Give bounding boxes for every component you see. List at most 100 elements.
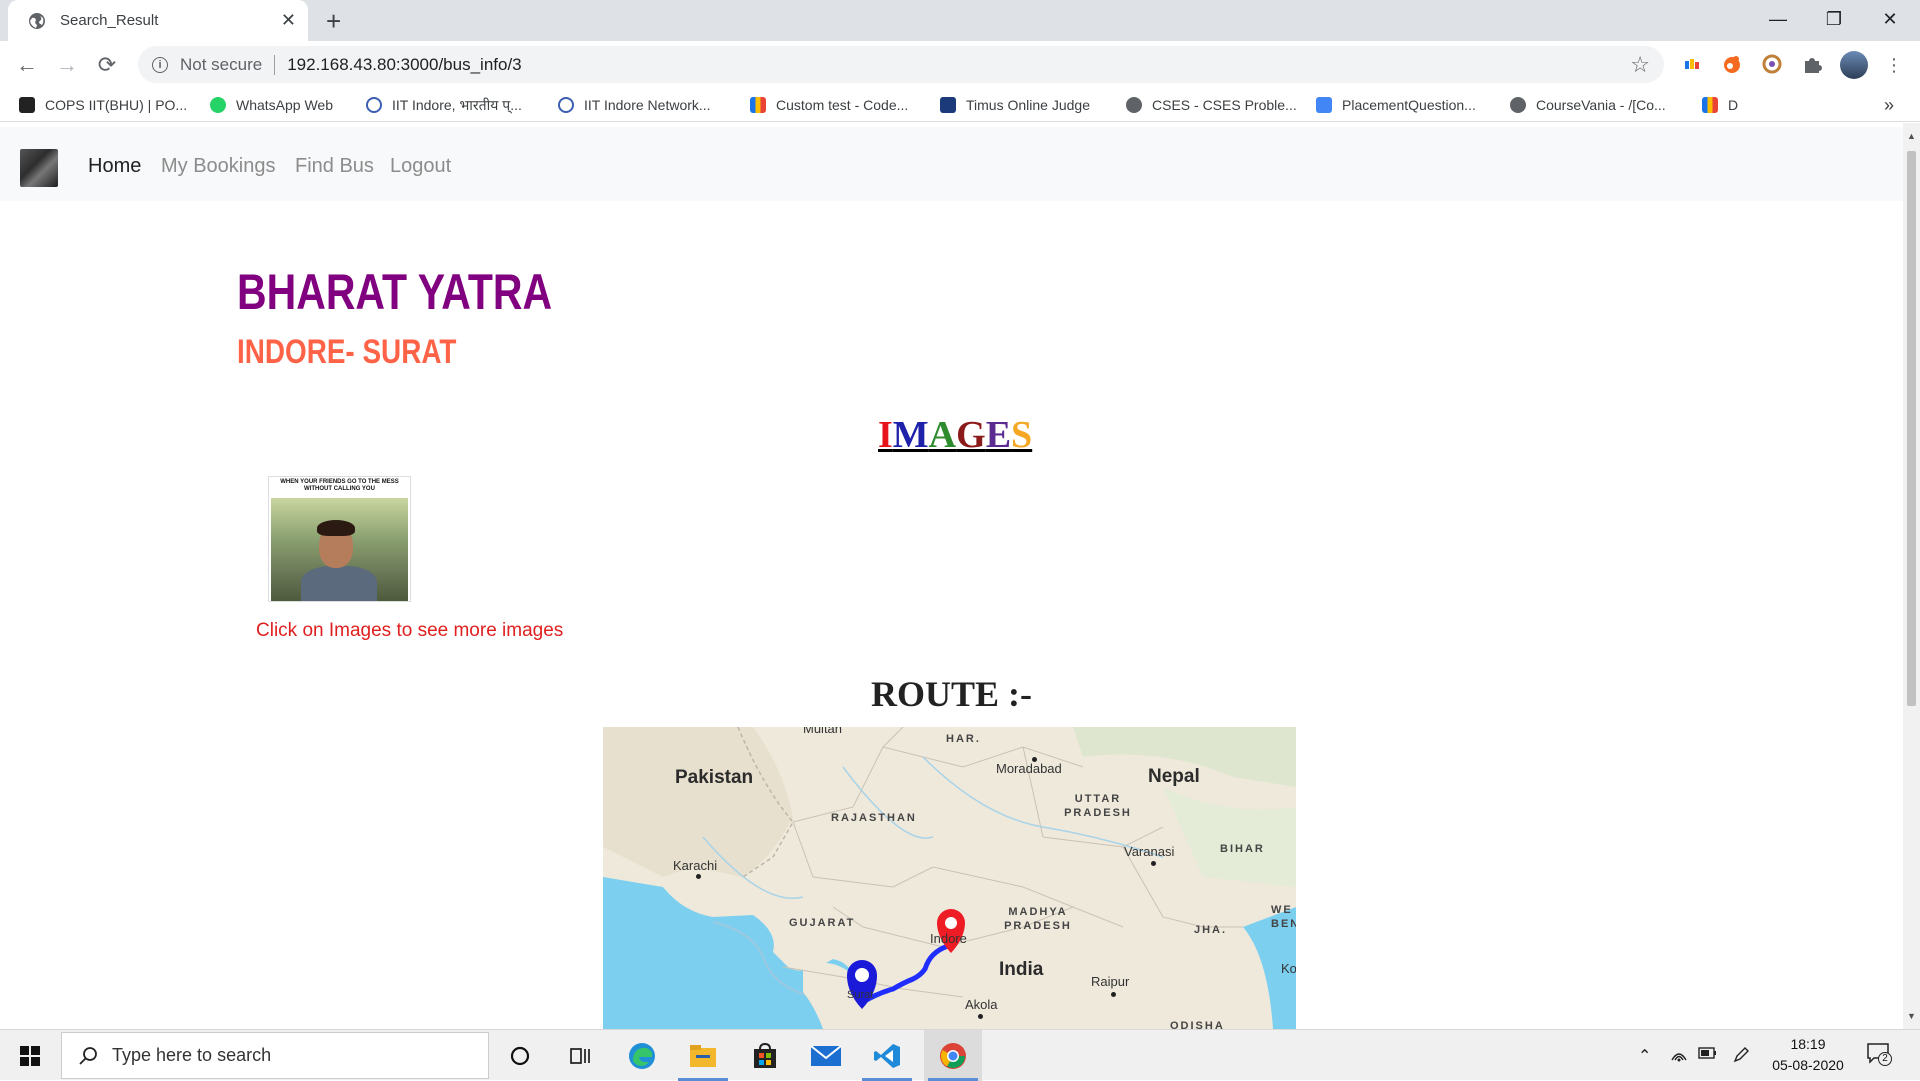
- images-letter: I: [878, 414, 893, 456]
- bookmark-item[interactable]: IIT Indore, भारतीय प्...: [366, 93, 522, 117]
- extension-flame-icon[interactable]: [1721, 53, 1743, 75]
- reload-button[interactable]: ⟳: [91, 49, 123, 81]
- bookmark-label: IIT Indore Network...: [584, 97, 711, 113]
- taskbar-chrome[interactable]: [924, 1030, 982, 1081]
- images-letter: G: [956, 414, 986, 456]
- brand-logo[interactable]: [20, 149, 58, 187]
- taskbar-clock[interactable]: 18:19 05-08-2020: [1760, 1034, 1856, 1076]
- map-city-label: Raipur: [1091, 974, 1130, 989]
- map-state-label: WE BEN: [1271, 904, 1296, 930]
- clock-time: 18:19: [1790, 1036, 1826, 1052]
- minimize-button[interactable]: —: [1750, 0, 1806, 38]
- route-heading: ROUTE :-: [871, 674, 1032, 714]
- page-title: BHARAT YATRA: [237, 264, 553, 320]
- network-icon[interactable]: [1670, 1046, 1688, 1064]
- profile-avatar[interactable]: [1840, 51, 1868, 79]
- url-text[interactable]: 192.168.43.80:3000/bus_info/3: [287, 55, 1630, 75]
- extension-bars-icon[interactable]: [1681, 53, 1703, 75]
- back-button[interactable]: ←: [11, 49, 43, 81]
- map-city-label: Karachi: [673, 858, 718, 873]
- tray-overflow-chevron-icon[interactable]: ⌃: [1638, 1046, 1651, 1066]
- close-window-button[interactable]: ✕: [1862, 0, 1918, 38]
- nav-logout[interactable]: Logout: [390, 155, 451, 178]
- images-heading: IMAGES: [878, 413, 1032, 457]
- page-scrollbar[interactable]: ▲ ▼: [1903, 123, 1920, 1029]
- bus-image-thumbnail[interactable]: WHEN YOUR FRIENDS GO TO THE MESS WITHOUT…: [268, 476, 411, 602]
- google-docs-icon: [1316, 97, 1332, 113]
- info-icon[interactable]: i: [152, 56, 168, 73]
- timus-icon: [940, 97, 956, 113]
- battery-icon[interactable]: [1698, 1046, 1718, 1060]
- new-tab-button[interactable]: +: [326, 6, 341, 37]
- taskbar-file-explorer[interactable]: [674, 1030, 732, 1081]
- browser-toolbar: ← → ⟳ i Not secure 192.168.43.80:3000/bu…: [0, 41, 1920, 88]
- globe-icon: [29, 12, 45, 29]
- taskbar-search-box[interactable]: Type here to search: [61, 1032, 489, 1079]
- more-bookmarks-button[interactable]: »: [1884, 93, 1894, 117]
- page-viewport: Home My Bookings Find Bus Logout BHARAT …: [0, 123, 1903, 1029]
- vscode-icon: [874, 1043, 900, 1068]
- scrollbar-thumb[interactable]: [1907, 151, 1916, 706]
- iit-indore-network-icon: [558, 97, 574, 113]
- map-city-dot: [1151, 861, 1156, 866]
- clock-date: 05-08-2020: [1772, 1057, 1844, 1073]
- tab-title: Search_Result: [60, 12, 159, 29]
- map-city-label: Surat: [847, 989, 874, 1001]
- bookmark-item[interactable]: WhatsApp Web: [210, 93, 333, 117]
- bookmark-item[interactable]: IIT Indore Network...: [558, 93, 711, 117]
- cortana-icon: [510, 1046, 530, 1065]
- extension-wheel-icon[interactable]: [1761, 53, 1783, 75]
- map-city-dot: [978, 1014, 983, 1019]
- scroll-up-arrow-icon[interactable]: ▲: [1907, 131, 1916, 141]
- taskbar-vscode[interactable]: [858, 1030, 916, 1081]
- images-letter: M: [892, 414, 929, 456]
- tab-close-icon[interactable]: ✕: [281, 10, 296, 31]
- search-icon: [79, 1046, 97, 1065]
- bookmark-item[interactable]: PlacementQuestion...: [1316, 93, 1476, 117]
- thumbnail-person-body: [301, 566, 377, 601]
- nav-find-bus[interactable]: Find Bus: [295, 155, 374, 178]
- pen-icon[interactable]: [1732, 1046, 1750, 1064]
- images-letter: S: [1011, 414, 1033, 456]
- chart-bookmark-icon: [1702, 97, 1718, 113]
- forward-button[interactable]: →: [51, 49, 83, 81]
- map-city-label: Moradabad: [996, 761, 1062, 776]
- route-name: INDORE- SURAT: [237, 333, 457, 371]
- map-city-label: Ko: [1281, 961, 1296, 976]
- action-center-button[interactable]: 2: [1866, 1042, 1892, 1068]
- bookmark-item[interactable]: Timus Online Judge: [940, 93, 1090, 117]
- cortana-button[interactable]: [491, 1030, 549, 1081]
- start-button[interactable]: [0, 1030, 60, 1081]
- taskbar-store[interactable]: [736, 1030, 794, 1081]
- bookmark-item[interactable]: D: [1702, 93, 1738, 117]
- browser-tab[interactable]: Search_Result ✕: [8, 0, 308, 41]
- taskbar-edge[interactable]: [613, 1030, 671, 1081]
- whatsapp-icon: [210, 97, 226, 113]
- thumbnail-person-hair: [317, 520, 355, 536]
- extensions-puzzle-icon[interactable]: [1801, 53, 1823, 75]
- task-view-button[interactable]: [551, 1030, 609, 1081]
- thumbnail-note: Click on Images to see more images: [256, 620, 564, 641]
- bookmark-item[interactable]: Custom test - Code...: [750, 93, 908, 117]
- browser-menu-button[interactable]: ⋮: [1878, 49, 1910, 81]
- map-city-dot: [1032, 757, 1037, 762]
- scroll-down-arrow-icon[interactable]: ▼: [1907, 1011, 1916, 1021]
- map-city-label: Multan: [803, 727, 843, 736]
- bookmark-item[interactable]: COPS IIT(BHU) | PO...: [19, 93, 187, 117]
- taskbar-mail[interactable]: [797, 1030, 855, 1081]
- map-country-label: Nepal: [1148, 766, 1200, 787]
- site-navbar: Home My Bookings Find Bus Logout: [0, 127, 1903, 201]
- bookmark-item[interactable]: CSES - CSES Proble...: [1126, 93, 1297, 117]
- restore-button[interactable]: ❐: [1806, 0, 1862, 38]
- map-city-label: Akola: [965, 997, 998, 1012]
- windows-logo-icon: [20, 1045, 40, 1066]
- address-bar[interactable]: i Not secure 192.168.43.80:3000/bus_info…: [138, 46, 1664, 83]
- nav-home[interactable]: Home: [88, 155, 141, 178]
- browser-tab-bar: Search_Result ✕ + — ❐ ✕: [0, 0, 1920, 41]
- bookmark-label: Custom test - Code...: [776, 97, 909, 113]
- bookmark-item[interactable]: CourseVania - /[Co...: [1510, 93, 1666, 117]
- bookmark-star-icon[interactable]: ☆: [1630, 52, 1650, 78]
- nav-my-bookings[interactable]: My Bookings: [161, 155, 276, 178]
- task-view-icon: [570, 1047, 590, 1064]
- route-map[interactable]: Multan HAR. Pakistan Moradabad Nepal UTT…: [603, 727, 1296, 1029]
